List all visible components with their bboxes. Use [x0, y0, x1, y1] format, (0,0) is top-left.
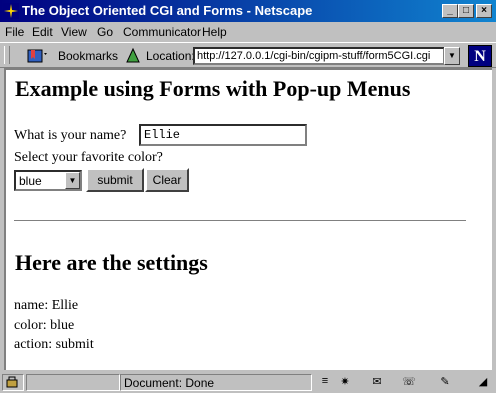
progress-panel [26, 374, 120, 391]
chevron-down-icon[interactable]: ▼ [65, 172, 80, 189]
window-title: The Object Oriented CGI and Forms - Nets… [22, 3, 313, 18]
result-action: action: submit [14, 337, 94, 352]
mail-icon[interactable]: ✉ [368, 375, 386, 389]
menu-bar: File Edit View Go Communicator Help [0, 22, 496, 42]
component-bar-grip-icon[interactable]: ≡ [316, 375, 334, 389]
page-heading: Example using Forms with Pop-up Menus [15, 76, 411, 101]
newsgroups-icon[interactable]: ☏ [400, 375, 418, 389]
menu-edit[interactable]: Edit [32, 25, 53, 39]
menu-file[interactable]: File [5, 25, 24, 39]
color-prompt: Select your favorite color? [14, 150, 163, 165]
bookmarks-icon[interactable] [26, 47, 48, 65]
name-prompt: What is your name? [14, 128, 127, 143]
location-label: Location: [146, 49, 195, 63]
toolbar-grip[interactable] [4, 46, 10, 64]
composer-icon[interactable]: ✎ [436, 375, 454, 389]
close-button[interactable]: × [476, 4, 492, 18]
page-content: Example using Forms with Pop-up Menus Wh… [4, 68, 492, 370]
url-dropdown-icon[interactable]: ▼ [444, 47, 460, 65]
menu-view[interactable]: View [61, 25, 87, 39]
url-input[interactable]: http://127.0.0.1/cgi-bin/cgipm-stuff/for… [193, 47, 445, 65]
status-text: Document: Done [124, 376, 215, 390]
resize-grip-icon[interactable]: ◢ [474, 375, 492, 389]
color-select-value: blue [19, 174, 42, 188]
navigator-icon[interactable]: ✷ [336, 375, 354, 389]
maximize-button[interactable]: □ [458, 4, 474, 18]
netscape-logo-icon[interactable]: N [468, 45, 492, 67]
security-panel[interactable] [2, 374, 24, 391]
title-bar: The Object Oriented CGI and Forms - Nets… [0, 0, 496, 22]
name-input[interactable]: Ellie [139, 124, 307, 146]
menu-help[interactable]: Help [202, 25, 227, 39]
settings-heading: Here are the settings [15, 250, 208, 275]
menu-communicator[interactable]: Communicator [123, 25, 201, 39]
netscape-app-icon [3, 3, 19, 19]
divider [14, 220, 466, 222]
status-bar: Document: Done ≡ ✷ ✉ ☏ ✎ ◢ [0, 372, 496, 393]
location-toolbar: Bookmarks Location: http://127.0.0.1/cgi… [0, 42, 496, 68]
menu-go[interactable]: Go [97, 25, 113, 39]
lock-icon[interactable] [3, 375, 21, 388]
result-color: color: blue [14, 318, 75, 333]
result-name: name: Ellie [14, 298, 79, 313]
clear-button[interactable]: Clear [145, 168, 189, 192]
color-select[interactable]: blue ▼ [14, 170, 82, 191]
location-icon [126, 47, 140, 63]
bookmarks-label[interactable]: Bookmarks [58, 49, 118, 63]
minimize-button[interactable]: _ [442, 4, 458, 18]
submit-button[interactable]: submit [86, 168, 144, 192]
